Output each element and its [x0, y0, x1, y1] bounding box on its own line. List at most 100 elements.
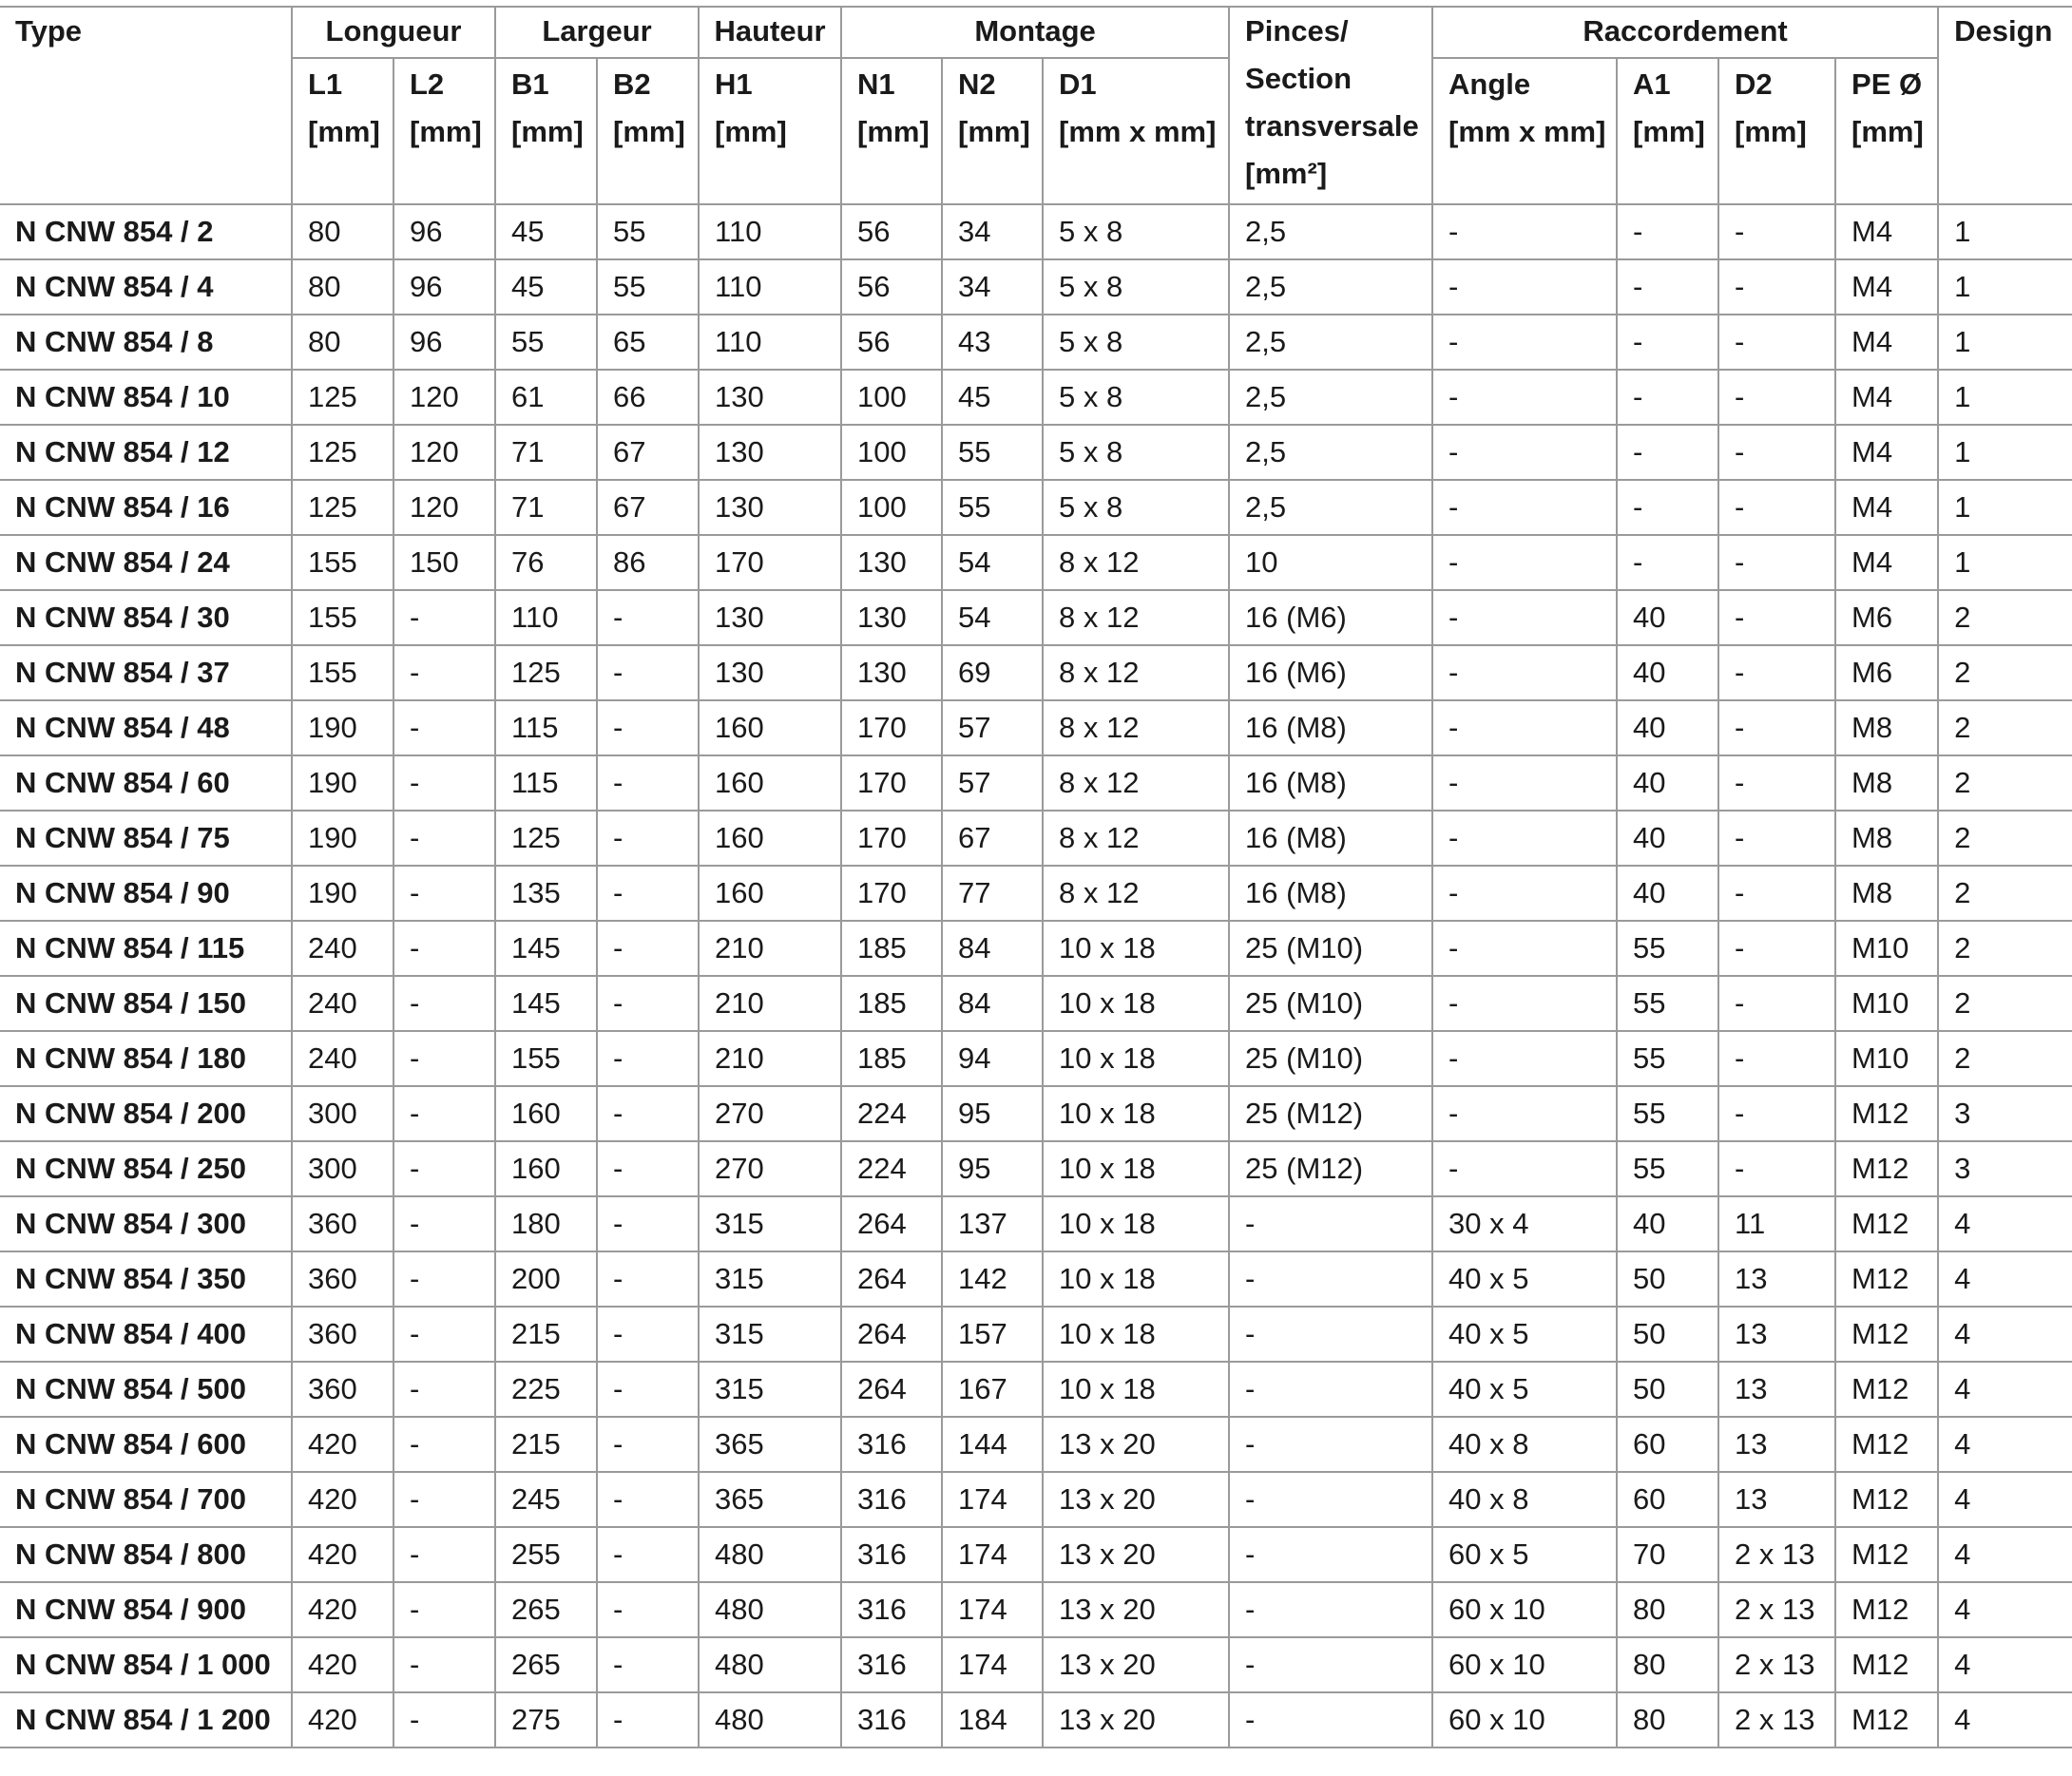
cell-angle: -	[1431, 920, 1619, 977]
cell-b1: 76	[494, 534, 599, 591]
cell-type: N CNW 854 / 90	[0, 865, 293, 922]
cell-h1: 480	[698, 1636, 843, 1693]
cell-d2: 2 x 13	[1717, 1526, 1837, 1583]
cell-h1: 480	[698, 1581, 843, 1638]
cell-n2: 34	[941, 203, 1045, 260]
cell-pe: M6	[1834, 589, 1940, 646]
table-row: N CNW 854 / 150 240-145-210 185 84 10 x 18 25…	[0, 975, 2072, 1032]
cell-b1: 61	[494, 369, 599, 426]
cell-angle: 60 x 5	[1431, 1526, 1619, 1583]
cell-d2: 11	[1717, 1195, 1837, 1252]
cell-n2: 67	[941, 810, 1045, 867]
cell-h1: 170	[698, 534, 843, 591]
cell-design: 4	[1937, 1691, 2072, 1748]
cell-pinces: 16 (M6)	[1228, 589, 1434, 646]
cell-pe: M8	[1834, 754, 1940, 812]
cell-d2: -	[1717, 534, 1837, 591]
cell-h1: 110	[698, 203, 843, 260]
cell-pe: M12	[1834, 1251, 1940, 1308]
cell-pe: M10	[1834, 1030, 1940, 1087]
cell-design: 4	[1937, 1526, 2072, 1583]
cell-l1: 155	[291, 589, 394, 646]
cell-n2: 55	[941, 479, 1045, 536]
cell-n1: 100	[840, 369, 944, 426]
cell-a1: -	[1616, 258, 1720, 315]
table-row: N CNW 854 / 400 360-215-315 264 157 10 x 18-…	[0, 1306, 2072, 1363]
header-l2-unit: [mm]	[410, 115, 482, 148]
cell-pe: M4	[1834, 314, 1940, 371]
cell-a1: 80	[1616, 1636, 1720, 1693]
header-design: Design	[1937, 6, 2072, 205]
cell-b2: -	[596, 865, 700, 922]
header-sub-row: L1 [mm] L2 [mm] B1 [mm] B2 [mm] H1 [mm] N1 [mm…	[0, 57, 2072, 205]
cell-type: N CNW 854 / 800	[0, 1526, 293, 1583]
cell-b2: 55	[596, 203, 700, 260]
cell-angle: 40 x 5	[1431, 1306, 1619, 1363]
cell-l2: 150	[392, 534, 497, 591]
cell-a1: 40	[1616, 754, 1720, 812]
cell-type: N CNW 854 / 180	[0, 1030, 293, 1087]
cell-h1: 315	[698, 1361, 843, 1418]
header-largeur: Largeur	[494, 6, 700, 59]
cell-b2: -	[596, 920, 700, 977]
cell-b1: 45	[494, 258, 599, 315]
header-n1: N1 [mm]	[840, 57, 944, 205]
cell-h1: 160	[698, 754, 843, 812]
cell-l1: 420	[291, 1526, 394, 1583]
cell-h1: 315	[698, 1195, 843, 1252]
cell-l2: 120	[392, 369, 497, 426]
cell-pe: M4	[1834, 203, 1940, 260]
cell-design: 2	[1937, 644, 2072, 701]
cell-b1: 160	[494, 1085, 599, 1142]
cell-design: 4	[1937, 1195, 2072, 1252]
cell-l1: 125	[291, 369, 394, 426]
cell-a1: 60	[1616, 1416, 1720, 1473]
cell-pe: M12	[1834, 1306, 1940, 1363]
cell-pinces: 25 (M12)	[1228, 1140, 1434, 1197]
cell-n2: 84	[941, 975, 1045, 1032]
cell-n2: 43	[941, 314, 1045, 371]
cell-a1: 50	[1616, 1361, 1720, 1418]
cell-a1: 80	[1616, 1581, 1720, 1638]
cell-h1: 270	[698, 1085, 843, 1142]
cell-n1: 100	[840, 424, 944, 481]
cell-angle: -	[1431, 369, 1619, 426]
table-row: N CNW 854 / 500 360-225-315 264 167 10 x 18-…	[0, 1361, 2072, 1418]
cell-n2: 54	[941, 589, 1045, 646]
cell-h1: 130	[698, 424, 843, 481]
table-row: N CNW 854 / 350 360-200-315 264 142 10 x 18-…	[0, 1251, 2072, 1308]
cell-angle: -	[1431, 1030, 1619, 1087]
cell-n1: 170	[840, 810, 944, 867]
cell-angle: 40 x 8	[1431, 1471, 1619, 1528]
cell-type: N CNW 854 / 12	[0, 424, 293, 481]
cell-d2: 2 x 13	[1717, 1636, 1837, 1693]
header-l1-name: L1	[308, 67, 343, 101]
header-b2-unit: [mm]	[613, 115, 685, 148]
cell-l2: -	[392, 1416, 497, 1473]
cell-pinces: 2,5	[1228, 203, 1434, 260]
cell-l1: 80	[291, 314, 394, 371]
cell-b2: -	[596, 1471, 700, 1528]
cell-d1: 5 x 8	[1042, 479, 1231, 536]
cell-type: N CNW 854 / 24	[0, 534, 293, 591]
cell-l2: -	[392, 1251, 497, 1308]
cell-h1: 110	[698, 314, 843, 371]
cell-d1: 13 x 20	[1042, 1526, 1231, 1583]
spec-table-page: Type Longueur Largeur Hauteur Montage Pi…	[0, 0, 2072, 1776]
table-row: N CNW 854 / 24 155 150 76 86 170 130 54 8 x 12 10…	[0, 534, 2072, 591]
cell-design: 2	[1937, 1030, 2072, 1087]
header-b1-unit: [mm]	[511, 115, 584, 148]
cell-l2: -	[392, 1636, 497, 1693]
cell-type: N CNW 854 / 250	[0, 1140, 293, 1197]
cell-pinces: 25 (M10)	[1228, 1030, 1434, 1087]
cell-design: 2	[1937, 920, 2072, 977]
header-l2: L2 [mm]	[392, 57, 497, 205]
cell-l2: -	[392, 644, 497, 701]
cell-pinces: -	[1228, 1636, 1434, 1693]
cell-pe: M12	[1834, 1636, 1940, 1693]
cell-n1: 316	[840, 1526, 944, 1583]
cell-b1: 160	[494, 1140, 599, 1197]
cell-n2: 144	[941, 1416, 1045, 1473]
cell-angle: -	[1431, 810, 1619, 867]
cell-a1: 40	[1616, 810, 1720, 867]
